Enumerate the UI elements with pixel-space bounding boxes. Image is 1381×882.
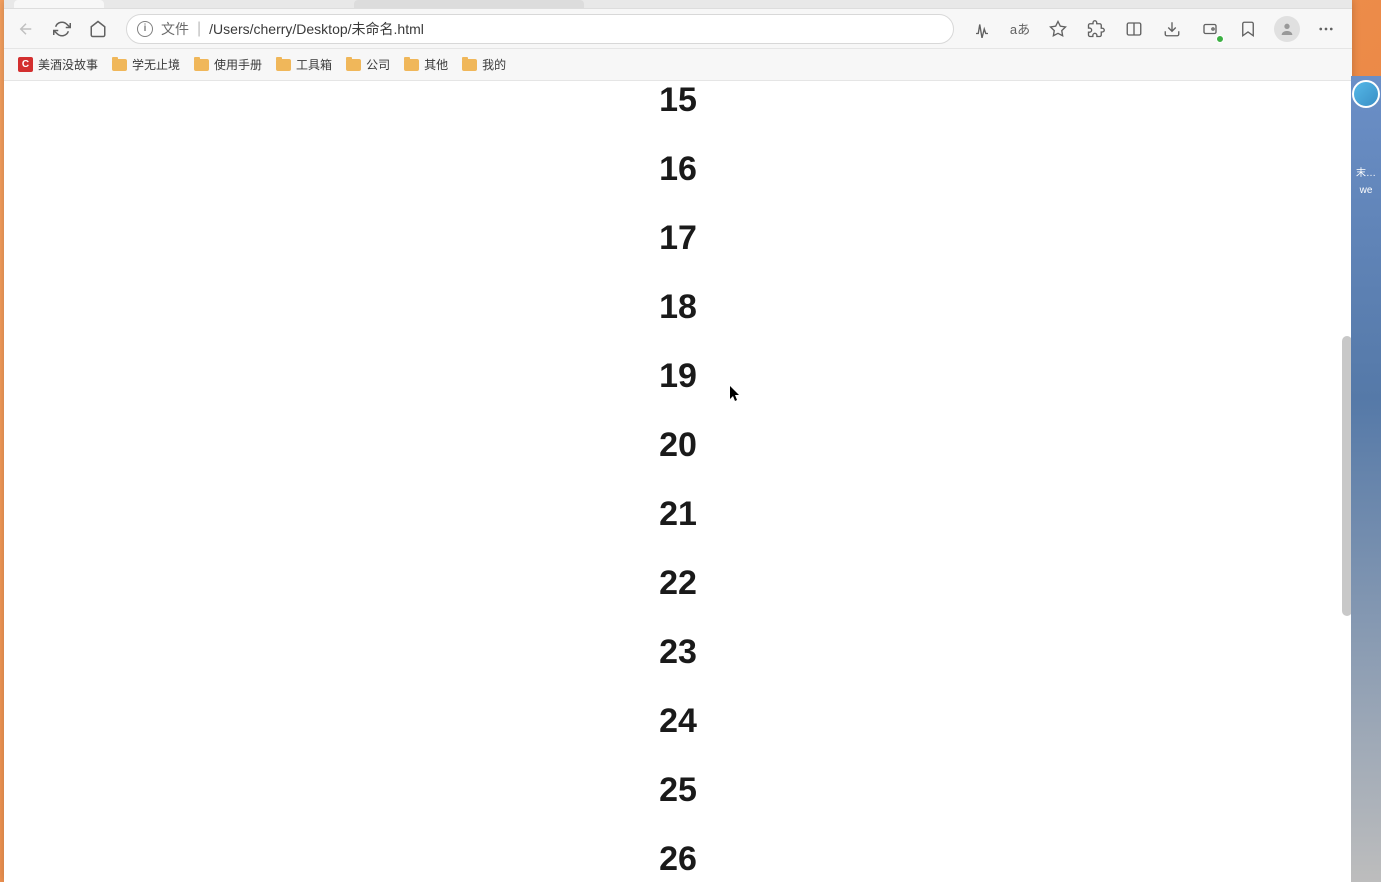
- tab-active[interactable]: [14, 0, 104, 8]
- number-item: 16: [659, 150, 697, 189]
- browser-window: i 文件 | /Users/cherry/Desktop/未命名.html aあ: [4, 0, 1352, 882]
- nav-buttons: [14, 17, 110, 41]
- number-item: 20: [659, 426, 697, 465]
- address-bar[interactable]: i 文件 | /Users/cherry/Desktop/未命名.html: [126, 14, 954, 44]
- tab-inactive[interactable]: [354, 0, 584, 8]
- sidebar-app-icon[interactable]: [1352, 80, 1380, 108]
- sidebar-label-mid: we: [1360, 185, 1373, 196]
- refresh-button[interactable]: [50, 17, 74, 41]
- number-item: 19: [659, 357, 697, 396]
- downloads-icon[interactable]: [1160, 17, 1184, 41]
- address-prefix: 文件: [161, 19, 189, 39]
- translate-icon[interactable]: aあ: [1008, 17, 1032, 41]
- bookmark-item-1[interactable]: 学无止境: [112, 56, 180, 73]
- bookmark-label: 其他: [424, 56, 448, 73]
- c-icon: C: [18, 57, 33, 72]
- browser-toolbar: i 文件 | /Users/cherry/Desktop/未命名.html aあ: [4, 9, 1352, 49]
- bookmark-label: 工具箱: [296, 56, 332, 73]
- bookmark-item-6[interactable]: 我的: [462, 56, 506, 73]
- number-item: 18: [659, 288, 697, 327]
- folder-icon: [404, 59, 419, 71]
- read-aloud-icon[interactable]: [970, 17, 994, 41]
- number-item: 21: [659, 495, 697, 534]
- number-item: 17: [659, 219, 697, 258]
- home-button[interactable]: [86, 17, 110, 41]
- number-item: 25: [659, 771, 697, 810]
- bookmark-item-0[interactable]: C 美酒没故事: [18, 56, 98, 73]
- split-screen-icon[interactable]: [1122, 17, 1146, 41]
- number-item: 23: [659, 633, 697, 672]
- bookmark-item-5[interactable]: 其他: [404, 56, 448, 73]
- folder-icon: [276, 59, 291, 71]
- back-button[interactable]: [14, 17, 38, 41]
- bookmark-item-4[interactable]: 公司: [346, 56, 390, 73]
- site-info-icon[interactable]: i: [137, 21, 153, 37]
- folder-icon: [194, 59, 209, 71]
- edge-sidebar[interactable]: 末… we: [1351, 76, 1381, 882]
- address-path: /Users/cherry/Desktop/未命名.html: [209, 19, 424, 39]
- collections-icon[interactable]: [1236, 17, 1260, 41]
- bookmark-item-3[interactable]: 工具箱: [276, 56, 332, 73]
- folder-icon: [112, 59, 127, 71]
- favorite-icon[interactable]: [1046, 17, 1070, 41]
- more-menu-icon[interactable]: [1314, 17, 1338, 41]
- address-divider: |: [197, 20, 201, 38]
- page-content[interactable]: 15 16 17 18 19 20 21 22 23 24 25 26: [4, 81, 1352, 882]
- sidebar-label-top: 末…: [1356, 164, 1376, 179]
- bookmark-label: 美酒没故事: [38, 56, 98, 73]
- extensions-icon[interactable]: [1084, 17, 1108, 41]
- bookmark-item-2[interactable]: 使用手册: [194, 56, 262, 73]
- bookmark-label: 我的: [482, 56, 506, 73]
- tab-strip: [4, 0, 1352, 9]
- bookmark-label: 使用手册: [214, 56, 262, 73]
- number-item: 22: [659, 564, 697, 603]
- number-list: 15 16 17 18 19 20 21 22 23 24 25 26: [4, 81, 1352, 882]
- number-item: 15: [659, 81, 697, 120]
- folder-icon: [346, 59, 361, 71]
- wallet-icon[interactable]: [1198, 17, 1222, 41]
- bookmark-label: 学无止境: [132, 56, 180, 73]
- bookmark-label: 公司: [366, 56, 390, 73]
- folder-icon: [462, 59, 477, 71]
- profile-avatar[interactable]: [1274, 16, 1300, 42]
- bookmarks-bar: C 美酒没故事 学无止境 使用手册 工具箱 公司 其他 我的: [4, 49, 1352, 81]
- toolbar-right-icons: aあ: [970, 16, 1342, 42]
- number-item: 24: [659, 702, 697, 741]
- number-item: 26: [659, 840, 697, 879]
